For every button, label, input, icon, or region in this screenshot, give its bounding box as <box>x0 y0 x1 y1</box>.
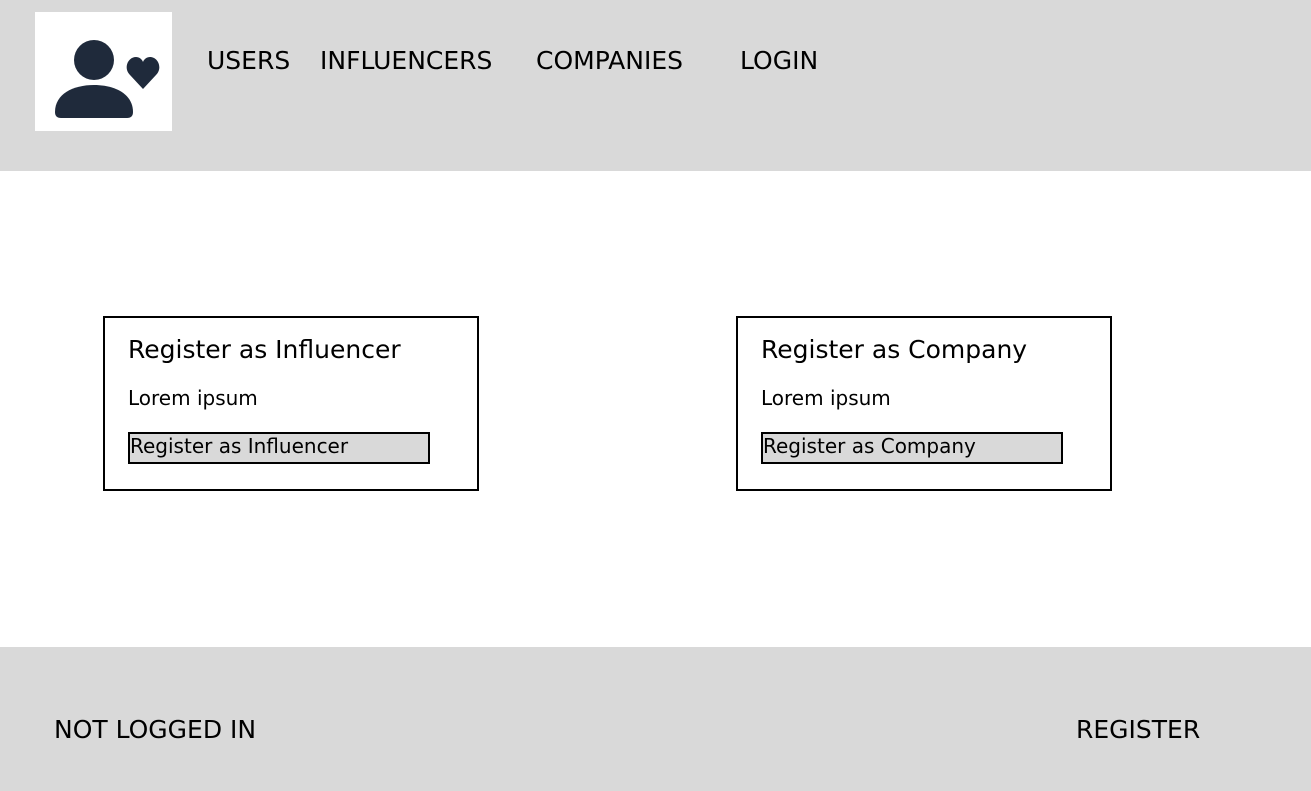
card-title: Register as Company <box>761 335 1028 364</box>
register-influencer-button[interactable]: Register as Influencer <box>128 432 430 464</box>
influencer-register-card: Register as Influencer Lorem ipsum Regis… <box>103 316 479 491</box>
login-status: NOT LOGGED IN <box>54 715 257 744</box>
card-description: Lorem ipsum <box>761 386 891 410</box>
card-description: Lorem ipsum <box>128 386 258 410</box>
header: USERS INFLUENCERS COMPANIES LOGIN <box>0 0 1311 171</box>
nav-influencers[interactable]: INFLUENCERS <box>320 44 492 78</box>
company-register-card: Register as Company Lorem ipsum Register… <box>736 316 1112 491</box>
register-company-button[interactable]: Register as Company <box>761 432 1063 464</box>
nav-users[interactable]: USERS <box>207 44 290 78</box>
card-title: Register as Influencer <box>128 335 401 364</box>
nav-login[interactable]: LOGIN <box>740 44 818 78</box>
footer-register-link[interactable]: REGISTER <box>1076 713 1200 747</box>
logo[interactable] <box>35 12 172 131</box>
footer: NOT LOGGED IN REGISTER <box>0 647 1311 791</box>
nav-companies[interactable]: COMPANIES <box>536 44 683 78</box>
user-heart-icon <box>55 40 160 118</box>
